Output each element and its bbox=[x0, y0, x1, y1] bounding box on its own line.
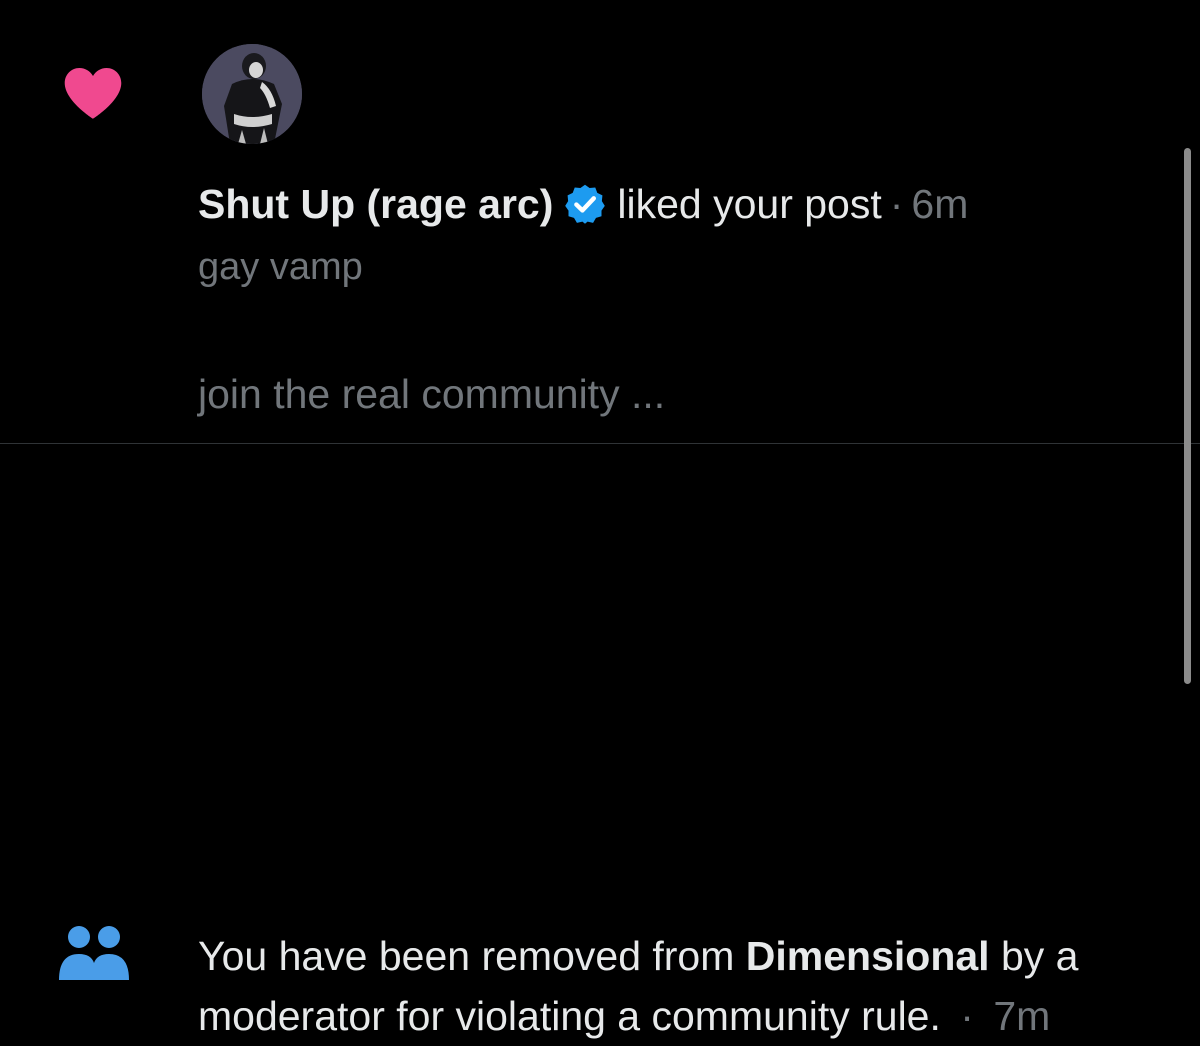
heart-icon bbox=[64, 68, 122, 119]
message-text-start: You have been removed from bbox=[198, 933, 746, 979]
timestamp: 7m bbox=[993, 993, 1051, 1039]
scrollbar[interactable] bbox=[1184, 148, 1191, 684]
community-message: You have been removed from Dimensional b… bbox=[198, 926, 1158, 1046]
separator-dot: · bbox=[889, 181, 904, 227]
community-notification[interactable]: You have been removed from Dimensional b… bbox=[0, 444, 1200, 1039]
avatar[interactable] bbox=[202, 44, 302, 144]
verified-badge-icon bbox=[565, 184, 606, 224]
post-preview[interactable]: join the real community ... bbox=[198, 366, 665, 422]
like-notification[interactable]: Shut Up (rage arc) liked your post · 6m … bbox=[0, 0, 1200, 443]
user-name-link[interactable]: Shut Up (rage arc) bbox=[198, 176, 553, 232]
user-bio: gay vamp bbox=[198, 246, 363, 288]
separator-dot: · bbox=[960, 993, 974, 1039]
people-icon bbox=[59, 926, 129, 980]
timestamp: 6m bbox=[911, 181, 969, 227]
avatar-image bbox=[202, 44, 302, 144]
notifications-screen: Shut Up (rage arc) liked your post · 6m … bbox=[0, 0, 1200, 1039]
action-text: liked your post bbox=[617, 181, 882, 227]
community-name-link[interactable]: Dimensional bbox=[746, 933, 990, 979]
like-summary: Shut Up (rage arc) liked your post · 6m bbox=[198, 176, 968, 232]
